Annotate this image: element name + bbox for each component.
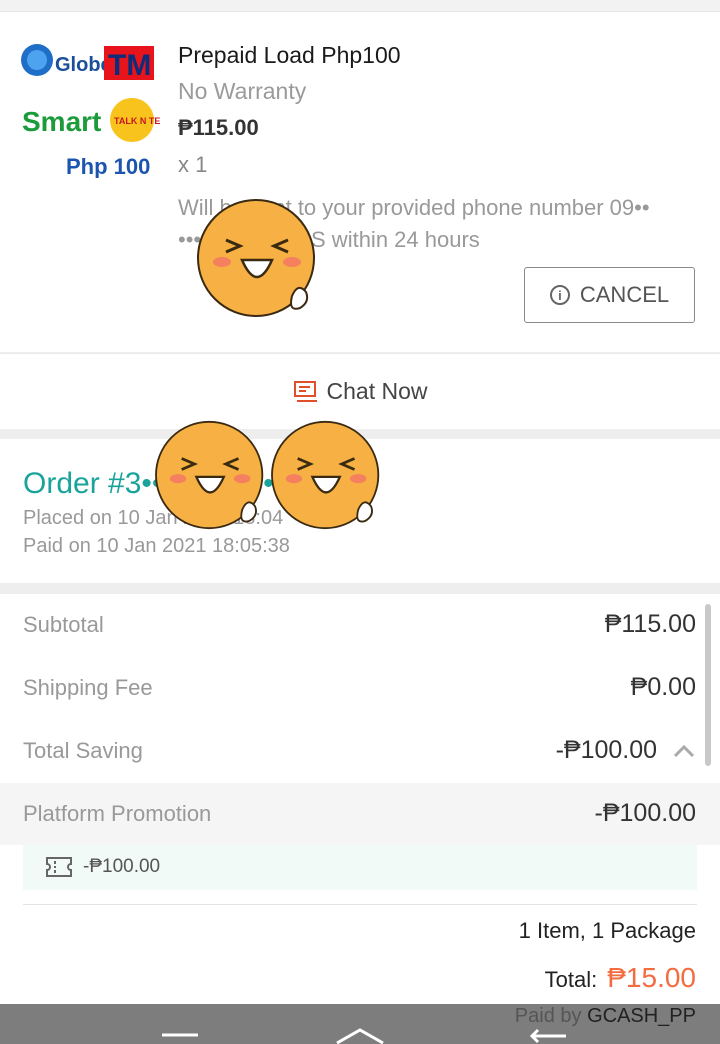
- voucher-bar: -₱100.00: [23, 844, 697, 890]
- product-title: Prepaid Load Php100: [178, 42, 401, 68]
- total-saving-label: Total Saving: [23, 738, 143, 763]
- items-count: 1 Item, 1 Package: [518, 918, 696, 943]
- subtotal-label: Subtotal: [23, 612, 104, 637]
- home-icon[interactable]: [335, 1026, 385, 1044]
- total-value: ₱15.00: [607, 962, 696, 993]
- promotion-value: -₱100.00: [594, 799, 696, 827]
- total-line: Total: ₱15.00: [545, 962, 696, 994]
- top-strip: [0, 0, 720, 12]
- chat-icon: [293, 380, 317, 402]
- total-saving-value-wrap: -₱100.00: [556, 736, 696, 765]
- promotion-label: Platform Promotion: [23, 801, 212, 826]
- info-icon: i: [549, 285, 570, 305]
- subtotal-value: ₱115.00: [604, 610, 696, 638]
- emoji-sticker-icon: [197, 199, 315, 317]
- shipping-row: Shipping Fee ₱0.00: [0, 657, 720, 719]
- cancel-button[interactable]: i CANCEL: [524, 267, 695, 323]
- product-quantity: x 1: [178, 152, 208, 177]
- logo-tm: TM: [108, 49, 151, 82]
- product-card: Globe TM Smart TALK N TEXT Php 100 Prepa…: [0, 12, 720, 352]
- paid-by: Paid by GCASH_PP: [515, 1005, 696, 1028]
- product-warranty: No Warranty: [178, 78, 307, 104]
- platform-promotion-row: Platform Promotion -₱100.00: [0, 783, 720, 845]
- chat-now-label: Chat Now: [326, 378, 428, 404]
- chevron-up-icon[interactable]: [672, 743, 696, 759]
- order-summary: Subtotal ₱115.00 Shipping Fee ₱0.00 Tota…: [0, 594, 720, 1004]
- back-icon[interactable]: [530, 1026, 570, 1044]
- emoji-sticker-icon: [155, 420, 264, 530]
- logo-globe: Globe: [55, 54, 112, 76]
- total-saving-value: -₱100.00: [555, 736, 658, 764]
- chat-now-button[interactable]: Chat Now: [0, 353, 720, 429]
- shipping-value: ₱0.00: [630, 673, 696, 701]
- product-price: ₱115.00: [178, 115, 259, 140]
- paid-by-value: GCASH_PP: [587, 1005, 696, 1027]
- total-label: Total:: [544, 967, 598, 992]
- divider: [23, 904, 697, 905]
- logo-tnt: TALK N TEXT: [114, 116, 160, 126]
- logo-php100: Php 100: [66, 154, 150, 178]
- total-saving-row[interactable]: Total Saving -₱100.00: [0, 720, 720, 782]
- menu-icon[interactable]: [160, 1026, 200, 1044]
- paid-by-label: Paid by: [514, 1005, 582, 1027]
- logo-smart: Smart: [22, 106, 101, 137]
- subtotal-row: Subtotal ₱115.00: [0, 594, 720, 656]
- voucher-icon: [46, 857, 72, 877]
- emoji-sticker-icon: [271, 420, 380, 530]
- voucher-value: -₱100.00: [83, 856, 161, 877]
- product-logo: Globe TM Smart TALK N TEXT Php 100: [21, 44, 160, 178]
- order-paid-date: Paid on 10 Jan 2021 18:05:38: [23, 535, 290, 557]
- cancel-label: CANCEL: [579, 282, 670, 307]
- scrollbar[interactable]: [705, 604, 711, 766]
- shipping-label: Shipping Fee: [23, 675, 153, 700]
